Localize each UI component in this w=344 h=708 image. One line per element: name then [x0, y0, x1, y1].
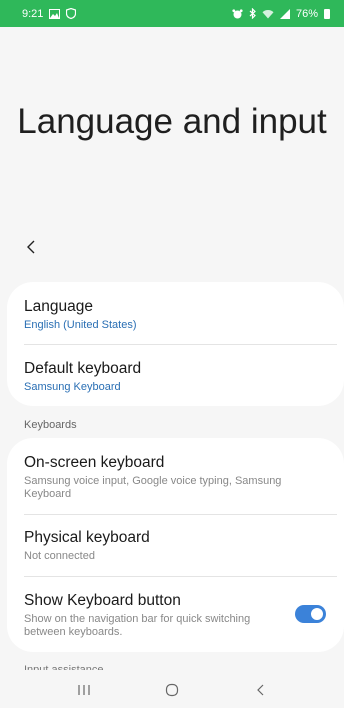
- default-keyboard-item[interactable]: Default keyboard Samsung Keyboard: [24, 359, 327, 394]
- recent-apps-button[interactable]: [64, 675, 104, 705]
- navigation-bar: [0, 672, 344, 708]
- status-bar: 9:21 76%: [0, 0, 344, 27]
- divider: [24, 514, 337, 515]
- language-title: Language: [24, 298, 93, 315]
- divider: [24, 576, 337, 577]
- onscreen-keyboard-sub: Samsung voice input, Google voice typing…: [24, 475, 282, 500]
- toggle-knob: [311, 608, 323, 620]
- battery-icon: [324, 8, 330, 19]
- physical-keyboard-title: Physical keyboard: [24, 529, 150, 546]
- divider: [24, 344, 337, 345]
- onscreen-keyboard-item[interactable]: On-screen keyboard Samsung voice input, …: [24, 453, 327, 501]
- battery-percent: 76%: [295, 7, 318, 20]
- language-item[interactable]: Language English (United States): [24, 297, 327, 332]
- show-keyboard-button-toggle[interactable]: [295, 605, 326, 623]
- bluetooth-icon: [249, 8, 256, 19]
- signal-icon: [279, 8, 290, 19]
- onscreen-keyboard-title: On-screen keyboard: [24, 454, 165, 471]
- status-time: 9:21: [22, 7, 44, 20]
- back-icon: [256, 684, 263, 696]
- chevron-left-icon: [27, 240, 35, 254]
- shield-notification-icon: [66, 8, 77, 19]
- language-card: Language English (United States) Default…: [7, 282, 344, 406]
- home-button[interactable]: [152, 675, 192, 705]
- status-left: 9:21: [22, 7, 77, 20]
- show-keyboard-button-sub: Show on the navigation bar for quick swi…: [24, 613, 251, 638]
- physical-keyboard-sub: Not connected: [24, 550, 95, 562]
- default-keyboard-title: Default keyboard: [24, 360, 142, 377]
- recent-apps-icon: [78, 685, 90, 695]
- show-keyboard-button-title: Show Keyboard button: [24, 592, 181, 609]
- status-right: 76%: [232, 8, 330, 20]
- keyboards-card: On-screen keyboard Samsung voice input, …: [7, 438, 344, 652]
- language-value: English (United States): [24, 319, 137, 331]
- input-assistance-section-header: Input assistance: [24, 664, 104, 670]
- back-button[interactable]: [18, 234, 44, 260]
- wifi-icon: [262, 9, 274, 19]
- show-keyboard-button-item[interactable]: Show Keyboard button Show on the navigat…: [24, 591, 274, 639]
- nav-back-button[interactable]: [240, 675, 280, 705]
- gallery-notification-icon: [49, 8, 61, 19]
- keyboards-section-header: Keyboards: [24, 419, 77, 431]
- page-title: Language and input: [17, 102, 327, 141]
- physical-keyboard-item[interactable]: Physical keyboard Not connected: [24, 528, 327, 563]
- default-keyboard-value: Samsung Keyboard: [24, 381, 121, 393]
- home-icon: [165, 683, 179, 697]
- alarm-icon: [232, 8, 243, 19]
